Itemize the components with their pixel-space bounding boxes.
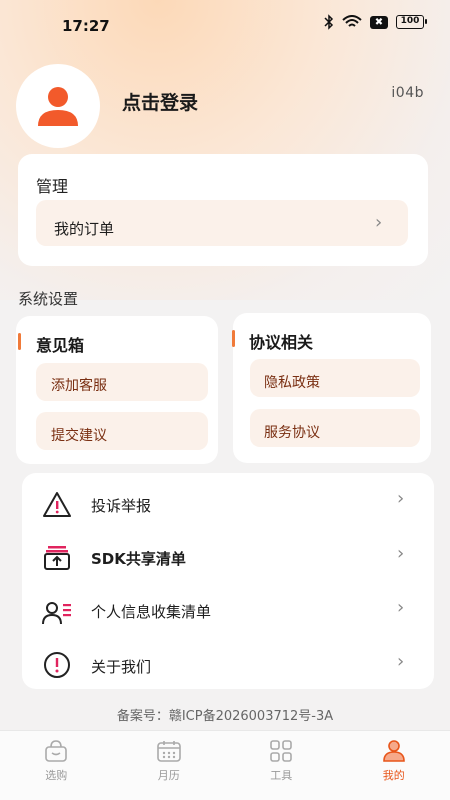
menu-list-card xyxy=(22,473,434,689)
chevron-right-icon: › xyxy=(375,212,383,233)
about-us-item[interactable]: 关于我们 xyxy=(91,656,151,677)
tab-mine-label: 我的 xyxy=(382,769,405,782)
tab-calendar-label: 月历 xyxy=(157,769,180,782)
accent-bar xyxy=(18,333,21,350)
warning-icon xyxy=(40,488,74,522)
tab-mine[interactable]: 我的 xyxy=(338,731,450,800)
manage-title: 管理 xyxy=(36,177,69,196)
icp-record[interactable]: 备案号：赣ICP备2026003712号-3A xyxy=(0,705,450,724)
status-icons: ✖ 100 xyxy=(324,14,427,30)
chevron-right-icon: › xyxy=(397,597,405,618)
login-link[interactable]: 点击登录 xyxy=(122,88,198,115)
grid-icon xyxy=(270,740,293,762)
user-avatar-icon xyxy=(38,87,78,126)
wifi-icon xyxy=(342,15,362,27)
status-time: 17:27 xyxy=(62,17,110,35)
no-sim-icon: ✖ xyxy=(370,15,388,29)
chevron-right-icon: › xyxy=(397,488,405,509)
complaint-report-item[interactable]: 投诉举报 xyxy=(91,495,151,516)
version-label: i04b xyxy=(391,85,424,101)
chevron-right-icon: › xyxy=(397,651,405,672)
bluetooth-icon xyxy=(324,14,334,30)
submit-suggestion-label: 提交建议 xyxy=(51,428,107,444)
tab-shop-label: 选购 xyxy=(45,769,68,782)
service-agreement-label: 服务协议 xyxy=(264,425,320,441)
bag-icon xyxy=(45,740,68,762)
calendar-icon xyxy=(156,741,181,762)
privacy-policy-label: 隐私政策 xyxy=(264,375,320,391)
info-icon xyxy=(40,648,74,682)
protocol-title: 协议相关 xyxy=(249,333,314,352)
personal-info-list-item[interactable]: 个人信息收集清单 xyxy=(91,601,211,622)
profile-icon xyxy=(382,740,405,762)
user-list-icon xyxy=(40,596,74,630)
my-orders-label: 我的订单 xyxy=(54,220,115,238)
tab-bar: 选购 月历 工具 我的 xyxy=(0,730,450,800)
sdk-share-list-item[interactable]: SDK共享清单 xyxy=(91,548,186,569)
tab-tools-label: 工具 xyxy=(270,769,293,782)
tab-tools[interactable]: 工具 xyxy=(225,731,338,800)
battery-icon: 100 xyxy=(396,15,427,29)
add-support-label: 添加客服 xyxy=(51,378,107,394)
system-settings-title: 系统设置 xyxy=(18,290,79,308)
share-icon xyxy=(40,541,74,575)
tab-calendar[interactable]: 月历 xyxy=(113,731,226,800)
accent-bar xyxy=(232,330,235,347)
chevron-right-icon: › xyxy=(397,543,405,564)
tab-shop[interactable]: 选购 xyxy=(0,731,113,800)
avatar[interactable] xyxy=(16,64,100,148)
feedback-title: 意见箱 xyxy=(36,336,85,355)
